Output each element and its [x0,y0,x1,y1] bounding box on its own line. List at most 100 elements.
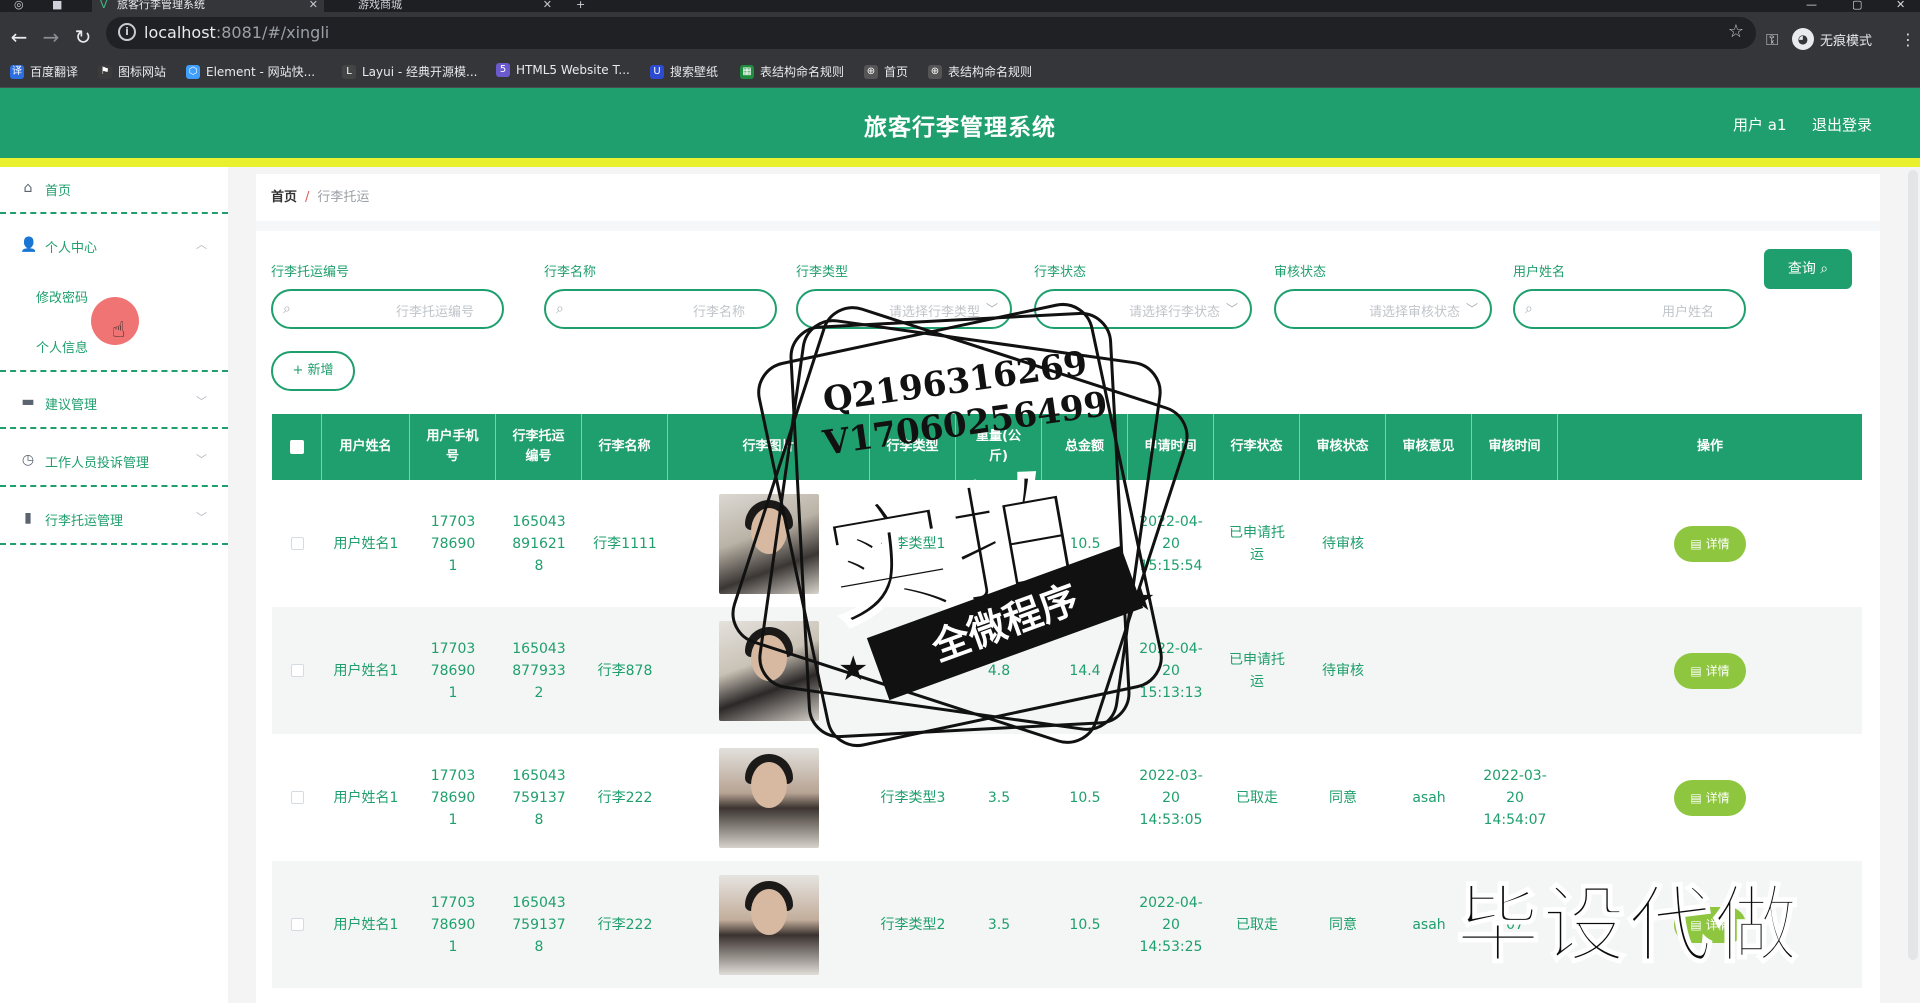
bookmark-item[interactable]: L Layui - 经典开源模... [342,63,477,80]
cell-actions: ▤ 详情 [1558,480,1862,607]
cell-luggage-name: 行李222 [597,916,653,933]
incognito-profile[interactable]: ◕ 无痕模式 [1792,28,1872,50]
close-icon[interactable]: ✕ [543,0,552,10]
search-icon: ⌕ [556,301,564,317]
cell-user-name: 用户姓名1 [333,916,399,933]
layui-icon: L [342,64,356,79]
user-name-input[interactable]: ⌕ 用户姓名 [1513,289,1746,329]
luggage-photo[interactable] [719,747,819,848]
cell-apply-time: 2022-03-20 14:53:05 [1139,767,1203,828]
minimize-icon[interactable]: — [1806,0,1817,10]
luggage-no-input[interactable]: ⌕ 行李托运编号 [271,289,504,329]
new-tab-button[interactable]: + [576,0,590,12]
close-icon[interactable]: ✕ [309,0,318,10]
chrome-menu-icon[interactable]: ◎ [14,0,28,12]
tab-luggage-system[interactable]: V 旅客行李管理系统 ✕ [92,0,324,12]
cell-phone: 17703786901 [430,894,476,955]
sidebar-item-personal-info[interactable]: 个人信息 [36,337,88,356]
filter-label-user-name: 用户姓名 [1513,265,1566,280]
cell-audit-time [1472,607,1558,734]
audit-status-select[interactable]: 请选择审核状态 ﹀ [1274,289,1492,329]
url-field[interactable]: i localhost:8081/#/xingli ☆ [106,17,1756,49]
html5-icon: 5 [496,63,510,77]
filter-label-luggage-no: 行李托运编号 [271,265,350,280]
sidebar-item-suggestion[interactable]: ▬ 建议管理 ﹀ [0,381,228,425]
cell-phone: 17703786901 [430,767,476,828]
bookmark-item[interactable]: ⊕ 首页 [864,63,908,80]
luggage-photo[interactable] [719,620,819,721]
cell-audit-status: 待审核 [1322,535,1364,552]
filter-label-luggage-name: 行李名称 [544,265,597,280]
watermark-bottom: 毕设代做 [1455,875,1801,975]
cell-luggage-status: 已申请托运 [1229,651,1285,690]
luggage-type-select[interactable]: 请选择行李类型 ﹀ [796,289,1012,329]
cell-luggage-image [668,861,870,988]
col-luggage-status: 行李状态 [1214,414,1300,480]
tab-search-icon[interactable]: ■ [52,0,68,12]
sidebar-item-change-password[interactable]: 修改密码 [36,287,88,306]
cell-amount: 10.5 [1069,916,1101,933]
flag-icon: ⚑ [98,64,112,79]
cell-amount: 10.5 [1069,789,1101,806]
hand-cursor-icon: ☝ [112,318,126,343]
bookmark-item[interactable]: ⬡ Element - 网站快... [186,63,315,80]
cell-luggage-name: 行李878 [597,662,653,679]
sidebar: ⌂ 首页 👤 个人中心 ︿ 修改密码 个人信息 ▬ 建议管理 ﹀ ◷ 工作人员投… [0,167,228,1003]
col-apply-time: 申请时间 [1128,414,1214,480]
back-arrow-icon[interactable]: ← [8,26,30,48]
info-icon[interactable]: i [118,23,136,41]
divider [0,543,228,545]
bookmark-star-icon[interactable]: ☆ [1728,21,1744,42]
chevron-down-icon: ﹀ [985,302,998,316]
chevron-down-icon: ﹀ [1225,302,1238,316]
bookmark-item[interactable]: U 搜索壁纸 [650,63,718,80]
breadcrumb-home[interactable]: 首页 [271,190,297,205]
logout-link[interactable]: 退出登录 [1812,114,1872,135]
maximize-icon[interactable]: ▢ [1852,0,1862,10]
add-button[interactable]: + 新增 [271,351,355,391]
url-text: localhost:8081/#/xingli [144,23,330,42]
chevron-down-icon: ﹀ [196,395,207,408]
bookmark-item[interactable]: 译百度翻译 [10,63,78,80]
sidebar-item-personal-center[interactable]: 👤 个人中心 ︿ [0,224,228,268]
close-window-icon[interactable]: ✕ [1896,0,1905,10]
forward-arrow-icon[interactable]: → [40,26,62,48]
luggage-photo[interactable] [719,493,819,594]
more-menu-icon[interactable]: ⋮ [1900,30,1916,49]
cell-audit-status: 待审核 [1322,662,1364,679]
luggage-name-input[interactable]: ⌕ 行李名称 [544,289,777,329]
cell-luggage-no: 1650437591378 [512,894,566,955]
reload-icon[interactable]: ↻ [72,26,94,48]
row-checkbox[interactable] [272,480,322,607]
cell-luggage-status: 已取走 [1236,789,1278,806]
sidebar-item-home[interactable]: ⌂ 首页 [0,167,228,211]
query-button[interactable]: 查询 ⌕ [1764,249,1852,289]
chevron-down-icon: ﹀ [1465,302,1478,316]
luggage-status-select[interactable]: 请选择行李状态 ﹀ [1034,289,1252,329]
row-checkbox[interactable] [272,861,322,988]
tab-game-mall[interactable]: 游戏商城 ✕ [332,0,558,12]
cell-weight: 3.5 [987,789,1011,806]
sidebar-item-luggage[interactable]: ▮ 行李托运管理 ﹀ [0,497,228,541]
sidebar-item-staff-complaint[interactable]: ◷ 工作人员投诉管理 ﹀ [0,439,228,483]
detail-button[interactable]: ▤ 详情 [1674,652,1746,689]
detail-button[interactable]: ▤ 详情 [1674,779,1746,816]
row-checkbox[interactable] [272,734,322,861]
row-checkbox[interactable] [272,607,322,734]
page-scrollbar[interactable] [1908,170,1918,960]
bookmark-item[interactable]: ▦ 表结构命名规则 [740,63,844,80]
bookmark-item[interactable]: 5 HTML5 Website T... [496,63,630,77]
translate-icon: 译 [10,64,24,79]
bookmark-item[interactable]: ⚑ 图标网站 [98,63,166,80]
select-all-checkbox[interactable] [272,414,322,480]
cell-weight: 3.5 [987,916,1011,933]
table-row: 用户姓名1 17703786901 1650437591378 行李222 行李… [272,734,1862,861]
bookmark-item[interactable]: ⊕ 表结构命名规则 [928,63,1032,80]
detail-button[interactable]: ▤ 详情 [1674,525,1746,562]
current-user: 用户 a1 [1733,116,1787,134]
bookmarks-bar: 译百度翻译 ⚑ 图标网站 ⬡ Element - 网站快... L Layui - 经… [0,56,1920,88]
document-icon: ▤ [1690,536,1702,551]
cell-audit-opinion [1386,607,1472,734]
key-icon[interactable]: ⚿ [1766,30,1778,50]
luggage-photo[interactable] [719,874,819,975]
